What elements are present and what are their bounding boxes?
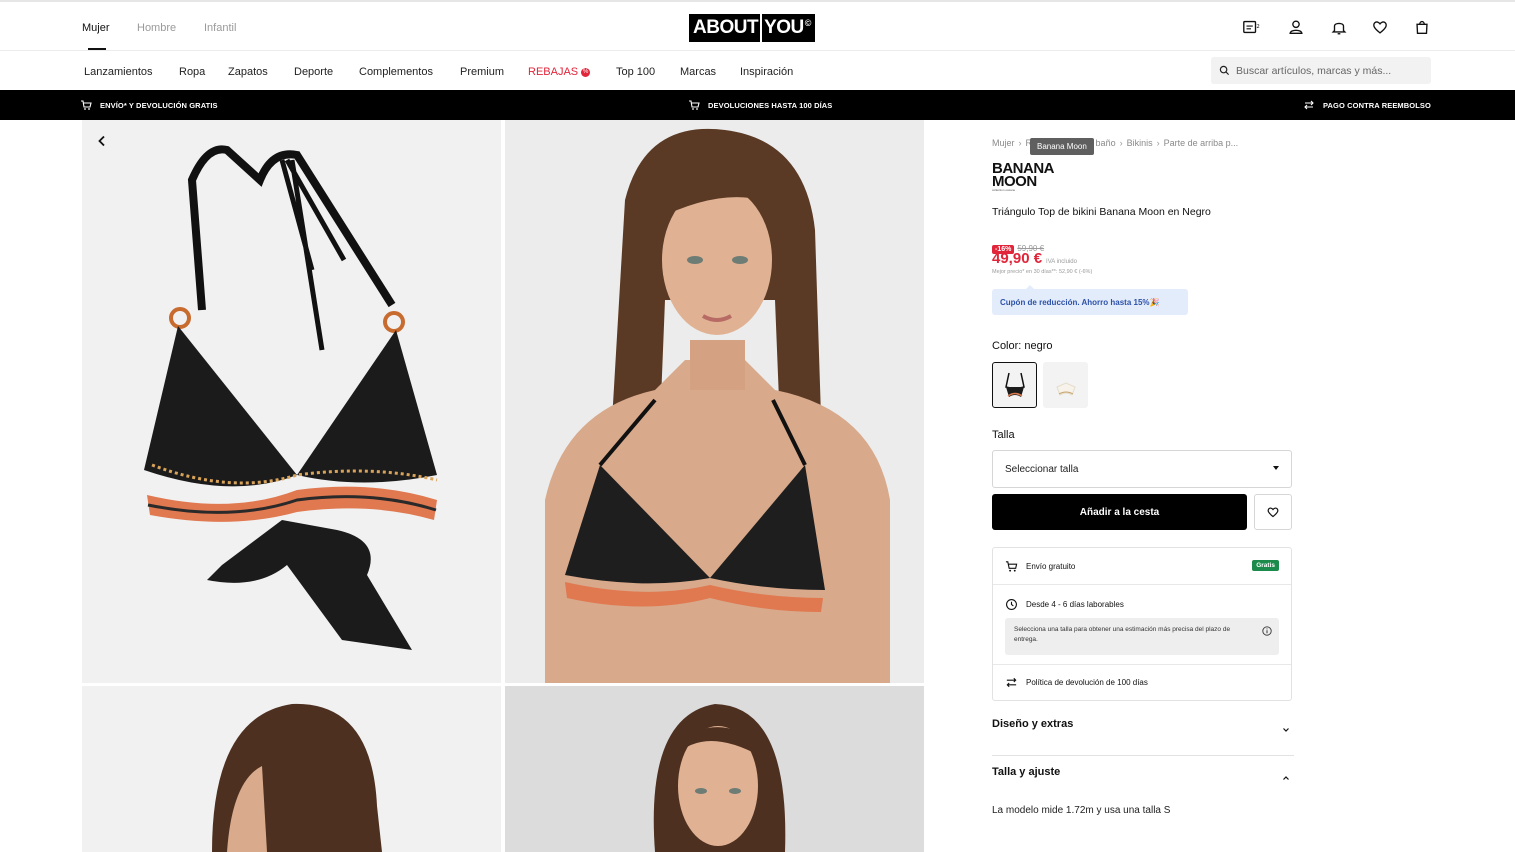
- rebajas-label: REBAJAS: [528, 66, 579, 78]
- model-front-illustration: [505, 120, 924, 683]
- logo-text-you: YOU: [764, 16, 804, 38]
- logo-mark: ©: [804, 17, 812, 28]
- gender-tab-mujer[interactable]: Mujer: [82, 22, 110, 34]
- product-image-model-front[interactable]: [505, 120, 924, 683]
- add-to-cart-button[interactable]: Añadir a la cesta: [992, 494, 1247, 530]
- coupon-banner[interactable]: Cupón de reducción. Ahorro hasta 15%🎉: [992, 289, 1188, 315]
- eta-info-text: Selecciona una talla para obtener una es…: [1014, 626, 1231, 643]
- product-image-flat[interactable]: [82, 120, 501, 683]
- product-image-model-back[interactable]: [505, 686, 924, 852]
- size-select-value: Seleccionar talla: [1005, 463, 1079, 475]
- bag-icon[interactable]: [1412, 17, 1432, 37]
- brand-tooltip: Banana Moon: [1030, 138, 1094, 155]
- accordion-design-label: Diseño y extras: [992, 718, 1074, 730]
- caret-down-icon: [1273, 466, 1279, 470]
- promo-bar: ENVÍO* Y DEVOLUCIÓN GRATIS DEVOLUCIONES …: [0, 90, 1515, 120]
- nav-item-rebajas[interactable]: REBAJAS%: [528, 66, 591, 78]
- nav-item-marcas[interactable]: Marcas: [680, 66, 716, 78]
- svg-text:2: 2: [1256, 24, 1259, 30]
- shipping-row: Envío gratuito Gratis: [993, 548, 1291, 585]
- color-swatch-white[interactable]: [1043, 362, 1088, 408]
- nav-item-inspiracion[interactable]: Inspiración: [740, 66, 793, 78]
- bikini-top-flat-illustration: [144, 145, 438, 650]
- promo-left-text: ENVÍO* Y DEVOLUCIÓN GRATIS: [100, 100, 218, 110]
- chevron-left-icon[interactable]: [93, 132, 111, 150]
- cart-icon: [689, 100, 700, 110]
- returns-row: Política de devolución de 100 días: [993, 664, 1291, 700]
- size-fit-body: La modelo mide 1.72m y usa una talla S: [992, 805, 1171, 816]
- best-price-note: Mejor precio* en 30 días**: 52,90 € (-6%…: [992, 269, 1093, 275]
- breadcrumb-item-mujer[interactable]: Mujer: [992, 138, 1015, 148]
- user-icon[interactable]: [1286, 17, 1306, 37]
- swap-arrows-icon: [1304, 100, 1314, 110]
- price-value: 49,90 €: [992, 250, 1043, 267]
- cart-icon: [81, 100, 92, 110]
- nav-item-lanzamientos[interactable]: Lanzamientos: [84, 66, 153, 78]
- search-input[interactable]: [1236, 64, 1426, 77]
- brand-logo[interactable]: BANANA MOON collection océane: [992, 161, 1055, 192]
- free-badge: Gratis: [1252, 560, 1279, 571]
- chevron-down-icon: [1283, 728, 1289, 732]
- promo-center-text: DEVOLUCIONES HASTA 100 DÍAS: [708, 100, 833, 110]
- logo-text-about: ABOUT: [693, 16, 759, 38]
- delivery-info-box: Envío gratuito Gratis Desde 4 - 6 días l…: [992, 547, 1292, 701]
- cart-icon: [1005, 560, 1018, 572]
- swap-arrows-icon: [1006, 677, 1017, 688]
- accordion-size-fit[interactable]: Talla y ajuste: [992, 766, 1294, 796]
- sale-badge: %: [581, 68, 591, 77]
- size-label: Talla: [992, 429, 1015, 441]
- model-back-illustration: [505, 686, 924, 852]
- promo-returns: DEVOLUCIONES HASTA 100 DÍAS: [688, 99, 832, 111]
- size-select[interactable]: Seleccionar talla: [992, 450, 1292, 488]
- chevron-up-icon: [1283, 776, 1289, 780]
- category-nav: Lanzamientos Ropa Zapatos Deporte Comple…: [0, 52, 1515, 90]
- breadcrumb-item-bikinis[interactable]: Bikinis: [1127, 138, 1153, 148]
- breadcrumb: Mujer› Ropa› Moda de baño› Bikinis› Part…: [992, 138, 1239, 148]
- color-swatch-black[interactable]: [992, 362, 1037, 408]
- nav-item-complementos[interactable]: Complementos: [359, 66, 433, 78]
- accordion-fit-label: Talla y ajuste: [992, 766, 1061, 778]
- product-image-model-side[interactable]: [82, 686, 501, 852]
- wishlist-button[interactable]: [1254, 494, 1292, 530]
- bell-icon[interactable]: [1329, 17, 1349, 37]
- calendar-badge-icon[interactable]: 2: [1241, 17, 1261, 37]
- eta-text: Desde 4 - 6 días laborables: [1026, 599, 1124, 609]
- current-price: 49,90 € IVA incluido: [992, 250, 1077, 267]
- accordion-design-extras[interactable]: Diseño y extras: [992, 718, 1294, 756]
- info-icon[interactable]: [1262, 626, 1272, 636]
- search-bar[interactable]: [1211, 57, 1431, 84]
- model-side-illustration: [82, 686, 501, 852]
- active-gender-indicator: [88, 48, 106, 50]
- about-you-logo[interactable]: ABOUT YOU ©: [689, 13, 815, 42]
- nav-item-premium[interactable]: Premium: [460, 66, 504, 78]
- vat-note: IVA incluido: [1046, 259, 1077, 265]
- color-label: Color: negro: [992, 340, 1053, 352]
- heart-icon[interactable]: [1370, 17, 1390, 37]
- nav-item-zapatos[interactable]: Zapatos: [228, 66, 268, 78]
- gender-tab-hombre[interactable]: Hombre: [137, 22, 176, 34]
- shipping-text: Envío gratuito: [1026, 561, 1076, 571]
- promo-free-shipping: ENVÍO* Y DEVOLUCIÓN GRATIS: [80, 99, 218, 111]
- main-header: Mujer Hombre Infantil ABOUT YOU © 2: [0, 2, 1515, 51]
- breadcrumb-item-current: Parte de arriba p...: [1163, 138, 1239, 148]
- eta-row: Desde 4 - 6 días laborables: [993, 586, 1291, 622]
- nav-item-ropa[interactable]: Ropa: [179, 66, 205, 78]
- promo-cash-on-delivery: PAGO CONTRA REEMBOLSO: [1303, 99, 1431, 111]
- eta-info-box: Selecciona una talla para obtener una es…: [1005, 618, 1279, 655]
- heart-icon: [1267, 507, 1279, 518]
- gender-tab-infantil[interactable]: Infantil: [204, 22, 236, 34]
- nav-item-deporte[interactable]: Deporte: [294, 66, 333, 78]
- product-title: Triángulo Top de bikini Banana Moon en N…: [992, 206, 1211, 218]
- search-icon: [1219, 65, 1230, 76]
- promo-right-text: PAGO CONTRA REEMBOLSO: [1323, 100, 1431, 110]
- returns-text: Política de devolución de 100 días: [1026, 678, 1148, 687]
- clock-icon: [1006, 598, 1017, 610]
- nav-item-top-100[interactable]: Top 100: [616, 66, 655, 78]
